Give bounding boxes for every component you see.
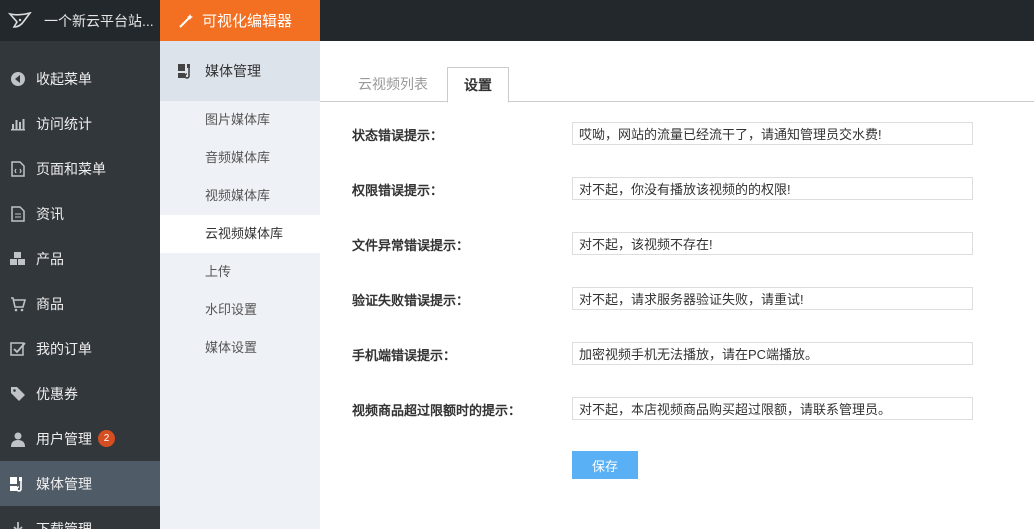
media-icon <box>9 475 27 493</box>
visual-editor-button[interactable]: 可视化编辑器 <box>160 0 320 41</box>
permission-error-label: 权限错误提示： <box>352 183 444 198</box>
verify-error-input[interactable] <box>572 287 973 310</box>
user-icon <box>9 430 27 448</box>
tab-settings[interactable]: 设置 <box>447 67 509 103</box>
form-row-mobile-error: 手机端错误提示： <box>320 342 1034 366</box>
document-icon <box>9 205 27 223</box>
download-icon <box>9 520 27 529</box>
sidebar-item-collapse[interactable]: 收起菜单 <box>0 56 160 101</box>
sidebar-item-coupons[interactable]: 优惠券 <box>0 371 160 416</box>
status-error-input[interactable] <box>572 122 973 145</box>
cart-icon <box>9 295 27 313</box>
submenu-item-video-library[interactable]: 视频媒体库 <box>160 177 320 215</box>
sidebar-item-label: 下载管理 <box>36 520 92 529</box>
sidebar-item-media[interactable]: 媒体管理 <box>0 461 160 506</box>
sidebar-item-goods[interactable]: 商品 <box>0 281 160 326</box>
form-row-permission-error: 权限错误提示： <box>320 177 1034 201</box>
save-button[interactable]: 保存 <box>572 451 638 479</box>
sidebar-item-stats[interactable]: 访问统计 <box>0 101 160 146</box>
submenu-item-cloud-video-library[interactable]: 云视频媒体库 <box>160 215 320 253</box>
sidebar-item-label: 我的订单 <box>36 340 92 357</box>
verify-error-label: 验证失败错误提示： <box>352 293 470 308</box>
submenu-item-media-settings[interactable]: 媒体设置 <box>160 329 320 367</box>
sidebar-item-label: 优惠券 <box>36 385 78 402</box>
sidebar-item-label: 媒体管理 <box>36 475 92 492</box>
sidebar-item-users[interactable]: 用户管理 2 <box>0 416 160 461</box>
limit-error-label: 视频商品超过限额时的提示： <box>352 403 522 418</box>
sidebar-item-label: 资讯 <box>36 205 64 222</box>
mobile-error-input[interactable] <box>572 342 973 365</box>
file-error-input[interactable] <box>572 232 973 255</box>
checkbox-icon <box>9 340 27 358</box>
visual-editor-label: 可视化编辑器 <box>202 13 293 30</box>
media-submenu: 媒体管理 图片媒体库 音频媒体库 视频媒体库 云视频媒体库 上传 水印设置 媒体… <box>160 41 320 529</box>
site-name: 一个新云平台站... <box>44 12 154 29</box>
main-content: 云视频列表 设置 状态错误提示： 权限错误提示： 文件异常错误提示： 验证失败错… <box>320 41 1034 529</box>
top-bar: 一个新云平台站... 可视化编辑器 <box>0 0 1034 41</box>
limit-error-input[interactable] <box>572 397 973 420</box>
sidebar-item-orders[interactable]: 我的订单 <box>0 326 160 371</box>
submenu-item-image-library[interactable]: 图片媒体库 <box>160 101 320 139</box>
sidebar-item-pages[interactable]: 页面和菜单 <box>0 146 160 191</box>
sidebar-item-label: 访问统计 <box>36 115 92 132</box>
form-row-limit-error: 视频商品超过限额时的提示： <box>320 397 1034 421</box>
sidebar-item-downloads[interactable]: 下载管理 <box>0 506 160 529</box>
bird-logo-icon <box>8 11 32 28</box>
magic-wand-icon <box>179 13 193 28</box>
tab-bar: 云视频列表 设置 <box>320 67 1034 103</box>
submenu-item-watermark[interactable]: 水印设置 <box>160 291 320 329</box>
mobile-error-label: 手机端错误提示： <box>352 348 457 363</box>
permission-error-input[interactable] <box>572 177 973 200</box>
sidebar-item-news[interactable]: 资讯 <box>0 191 160 236</box>
sidebar-item-label: 收起菜单 <box>36 70 92 87</box>
sidebar-item-label: 页面和菜单 <box>36 160 106 177</box>
sidebar-item-label: 商品 <box>36 295 64 312</box>
form-row-status-error: 状态错误提示： <box>320 122 1034 146</box>
submenu-item-upload[interactable]: 上传 <box>160 253 320 291</box>
submenu-item-audio-library[interactable]: 音频媒体库 <box>160 139 320 177</box>
tab-cloud-video-list[interactable]: 云视频列表 <box>342 67 444 102</box>
collapse-icon <box>9 70 27 88</box>
form-row-verify-error: 验证失败错误提示： <box>320 287 1034 311</box>
cubes-icon <box>9 250 27 268</box>
page-icon <box>9 160 27 178</box>
form-row-file-error: 文件异常错误提示： <box>320 232 1034 256</box>
media-icon <box>177 63 195 79</box>
sidebar-item-label: 用户管理 <box>36 430 92 447</box>
file-error-label: 文件异常错误提示： <box>352 238 470 253</box>
tag-icon <box>9 385 27 403</box>
chart-icon <box>9 115 27 133</box>
sidebar-item-products[interactable]: 产品 <box>0 236 160 281</box>
notification-badge: 2 <box>98 430 115 447</box>
submenu-title[interactable]: 媒体管理 <box>160 41 320 101</box>
sidebar-item-label: 产品 <box>36 250 64 267</box>
submenu-title-label: 媒体管理 <box>205 63 261 79</box>
sidebar: 收起菜单 访问统计 页面和菜单 资讯 产品 商品 我的订单 优惠券 用户管理 2… <box>0 41 160 529</box>
site-logo[interactable]: 一个新云平台站... <box>0 0 160 41</box>
status-error-label: 状态错误提示： <box>352 128 444 143</box>
